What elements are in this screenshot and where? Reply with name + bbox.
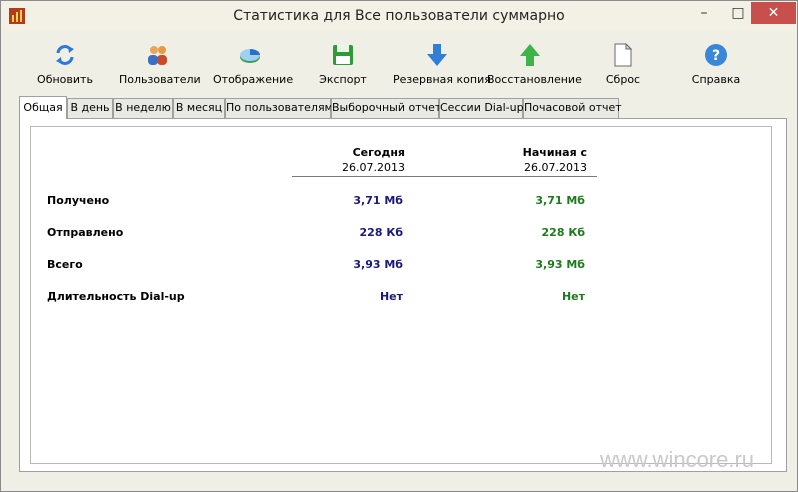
window-title: Статистика для Все пользователи суммарно xyxy=(233,8,565,24)
tab-hourly-report[interactable]: Почасовой отчет xyxy=(523,98,622,118)
sent-label: Отправлено xyxy=(47,226,124,239)
restore-label: Восстановление xyxy=(487,73,582,86)
since-date: 26.07.2013 xyxy=(524,161,587,174)
pie-chart-icon xyxy=(240,49,260,63)
arrow-down-icon xyxy=(427,44,447,66)
users-icon xyxy=(148,46,167,65)
dialup-duration-since: Нет xyxy=(561,290,585,303)
total-label: Всего xyxy=(47,258,83,271)
dialup-duration-label: Длительность Dial-up xyxy=(47,290,185,303)
arrow-up-icon xyxy=(520,44,540,66)
total-since: 3,93 Мб xyxy=(535,258,585,271)
tab-general[interactable]: Общая xyxy=(19,96,67,119)
total-today: 3,93 Мб xyxy=(353,258,403,271)
tab-day[interactable]: В день xyxy=(67,98,113,118)
title-bar[interactable]: Статистика для Все пользователи суммарно… xyxy=(1,1,797,31)
help-label: Справка xyxy=(691,73,741,86)
today-date: 26.07.2013 xyxy=(342,161,405,174)
users-button[interactable]: Пользователи xyxy=(119,43,201,91)
help-icon: ? xyxy=(705,44,727,66)
today-header: Сегодня xyxy=(352,146,405,159)
watermark: www.wincore.ru xyxy=(600,447,755,472)
since-header: Начиная с xyxy=(522,146,587,159)
export-button[interactable]: Экспорт xyxy=(315,43,371,91)
tab-custom-report[interactable]: Выборочный отчет xyxy=(331,98,441,118)
maximize-button[interactable]: □ xyxy=(723,2,753,24)
tab-panel: Сегодня 26.07.2013 Начиная с 26.07.2013 … xyxy=(19,118,787,472)
tab-dialup-sessions[interactable]: Сессии Dial-up xyxy=(439,98,524,118)
toolbar: Обновить Пользователи Отображение Экспор… xyxy=(1,33,797,93)
users-label: Пользователи xyxy=(119,73,201,86)
display-label: Отображение xyxy=(213,73,294,86)
dialup-duration-today: Нет xyxy=(379,290,403,303)
backup-button[interactable]: Резервная копия xyxy=(393,43,491,91)
reset-button[interactable]: Сброс xyxy=(601,43,645,91)
backup-label: Резервная копия xyxy=(393,73,491,86)
header-divider xyxy=(292,176,597,177)
sent-since: 228 Кб xyxy=(541,226,585,239)
save-icon xyxy=(333,45,353,65)
stats-frame: Сегодня 26.07.2013 Начиная с 26.07.2013 … xyxy=(30,126,772,464)
svg-text:?: ? xyxy=(712,48,720,64)
restore-button[interactable]: Восстановление xyxy=(487,43,582,91)
minimize-button[interactable]: – xyxy=(689,2,719,24)
close-button[interactable]: ✕ xyxy=(751,2,796,24)
received-label: Получено xyxy=(47,194,110,207)
sent-today: 228 Кб xyxy=(359,226,403,239)
refresh-icon xyxy=(56,45,74,65)
reset-label: Сброс xyxy=(605,73,641,86)
document-icon xyxy=(614,43,633,67)
tab-by-users[interactable]: По пользователям xyxy=(225,98,333,118)
received-since: 3,71 Мб xyxy=(535,194,585,207)
help-button[interactable]: ? Справка xyxy=(691,43,741,91)
refresh-button[interactable]: Обновить xyxy=(37,43,93,91)
tab-month[interactable]: В месяц xyxy=(173,98,225,118)
display-button[interactable]: Отображение xyxy=(213,43,294,91)
export-label: Экспорт xyxy=(319,73,367,86)
tab-week[interactable]: В неделю xyxy=(113,98,173,118)
app-window: Статистика для Все пользователи суммарно… xyxy=(0,0,798,492)
refresh-label: Обновить xyxy=(37,73,93,86)
received-today: 3,71 Мб xyxy=(353,194,403,207)
